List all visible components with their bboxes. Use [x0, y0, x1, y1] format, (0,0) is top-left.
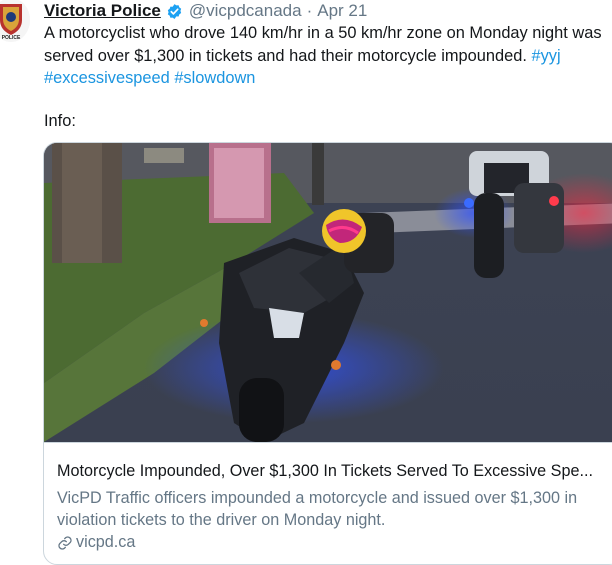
card-domain-text: vicpd.ca: [76, 533, 136, 551]
card-domain[interactable]: vicpd.ca: [57, 533, 135, 552]
display-name[interactable]: Victoria Police: [44, 1, 161, 21]
hashtag-yyj[interactable]: #yyj: [531, 47, 560, 65]
info-label: Info:: [44, 112, 76, 130]
card-image[interactable]: [44, 143, 612, 442]
handle[interactable]: @vicpdcanada: [189, 1, 302, 21]
helmet: [322, 209, 366, 253]
tweet-text: A motorcyclist who drove 140 km/hr in a …: [44, 22, 610, 90]
hashtag-excessivespeed[interactable]: #excessivespeed: [44, 69, 170, 87]
avatar[interactable]: POLICE: [0, 0, 30, 42]
tweet-header: Victoria Police @vicpdcanada · Apr 21: [44, 0, 367, 22]
tweet-body: A motorcyclist who drove 140 km/hr in a …: [44, 24, 602, 65]
hashtag-slowdown[interactable]: #slowdown: [174, 69, 255, 87]
svg-text:POLICE: POLICE: [2, 35, 21, 41]
police-crest-icon: POLICE: [0, 0, 30, 42]
tweet-date[interactable]: Apr 21: [317, 1, 367, 21]
card-title[interactable]: Motorcycle Impounded, Over $1,300 In Tic…: [57, 461, 607, 481]
link-card[interactable]: Motorcycle Impounded, Over $1,300 In Tic…: [43, 142, 612, 565]
link-icon: [58, 535, 72, 550]
card-description[interactable]: VicPD Traffic officers impounded a motor…: [57, 487, 602, 531]
card-divider: [44, 442, 612, 443]
separator-dot: ·: [306, 1, 313, 20]
verified-badge-icon: [167, 3, 182, 19]
